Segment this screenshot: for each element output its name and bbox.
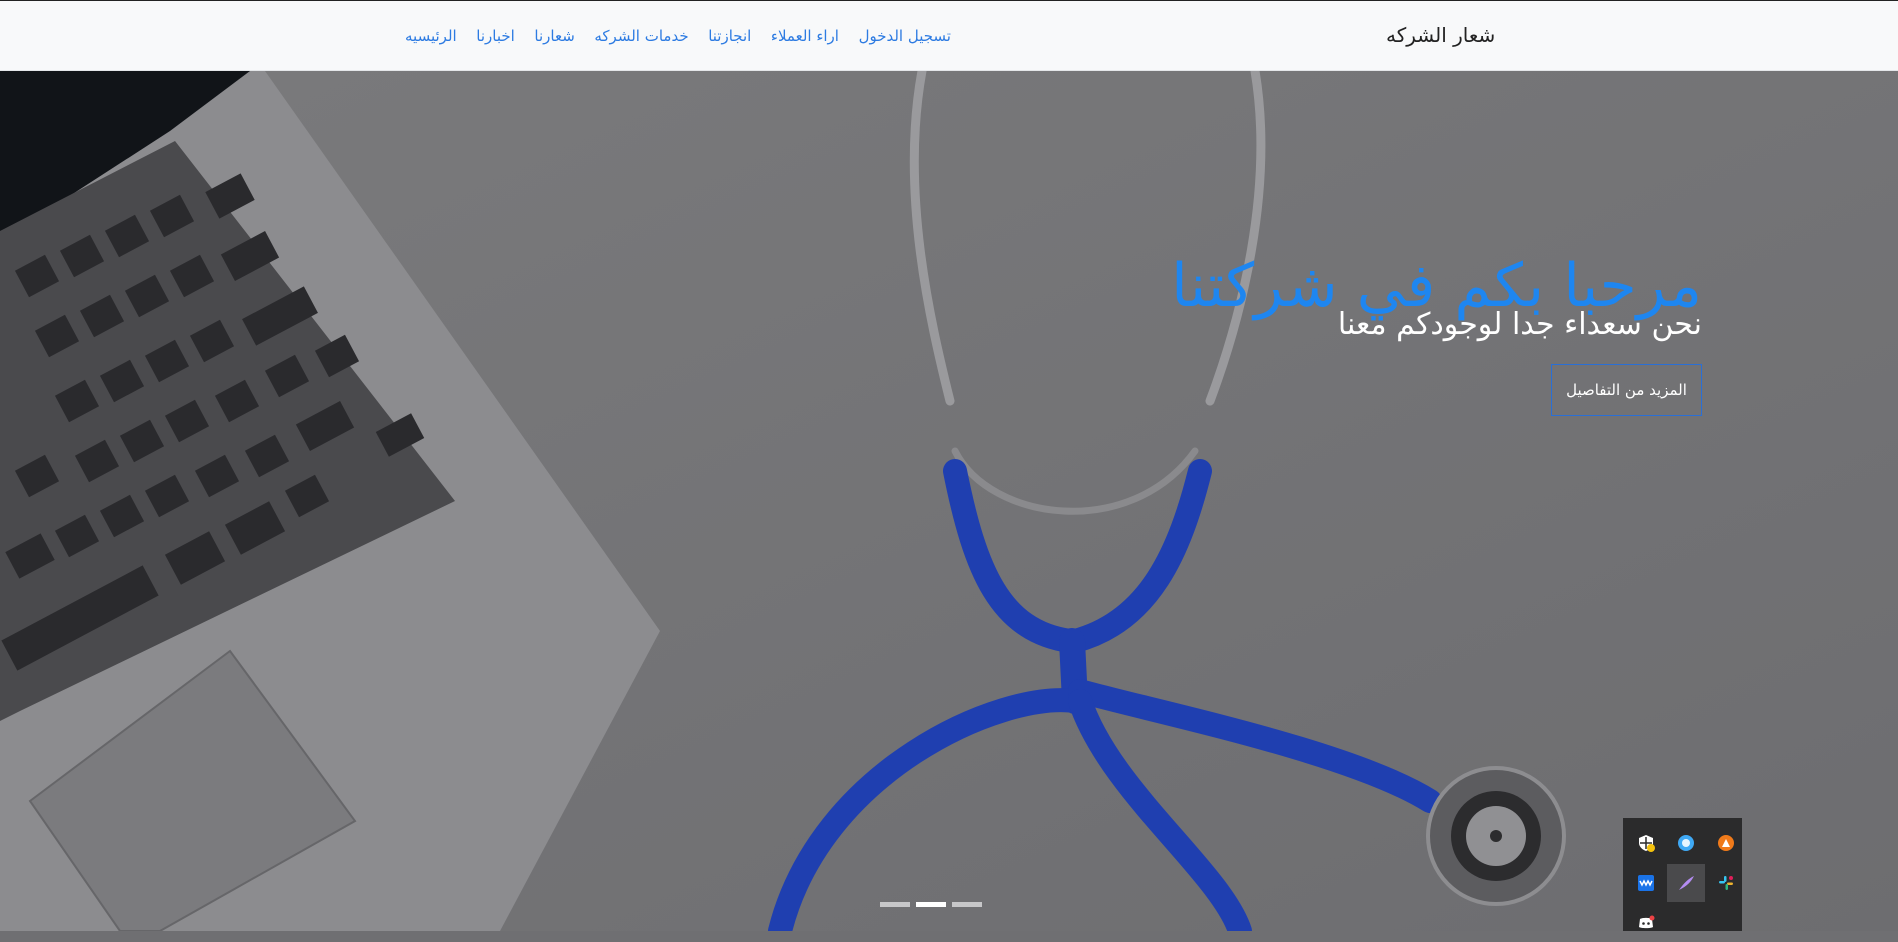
carousel-indicator-3[interactable]: [952, 902, 982, 907]
browser-globe-icon[interactable]: [1667, 824, 1705, 862]
brand-logo-text[interactable]: شعار الشركه: [1386, 23, 1495, 47]
shield-warning-icon[interactable]: [1627, 824, 1665, 862]
hero-subtitle: نحن سعداء جدا لوجودكم معنا: [1337, 307, 1702, 342]
discord-icon[interactable]: [1627, 904, 1665, 942]
nav-link-achievements[interactable]: انجازتنا: [708, 27, 751, 49]
hero-background-image: [0, 71, 1898, 931]
navbar: شعار الشركه الرئيسيه اخبارنا شعارنا خدما…: [0, 0, 1898, 71]
nav-link-services[interactable]: خدمات الشركه: [594, 27, 688, 49]
nav-link-home[interactable]: الرئيسيه: [405, 27, 457, 49]
orange-app-icon[interactable]: [1707, 824, 1745, 862]
carousel-indicator-2[interactable]: [916, 902, 946, 907]
nav-link-logo[interactable]: شعارنا: [534, 27, 574, 49]
feather-pen-icon[interactable]: [1667, 864, 1705, 902]
slack-app-icon[interactable]: [1707, 864, 1745, 902]
nav-link-news[interactable]: اخبارنا: [476, 27, 515, 49]
nav-link-login[interactable]: تسجيل الدخول: [859, 27, 951, 49]
hero-carousel: مرحبا بكم في شركتنا نحن سعداء جدا لوجودك…: [0, 71, 1898, 931]
wave-app-icon[interactable]: [1627, 864, 1665, 902]
system-tray-overflow: [1623, 818, 1742, 931]
carousel-indicators: [880, 902, 982, 907]
carousel-indicator-1[interactable]: [880, 902, 910, 907]
stethoscope-chestpiece: [1426, 766, 1566, 906]
more-details-button[interactable]: المزيد من التفاصيل: [1551, 364, 1702, 416]
nav-link-testimonials[interactable]: اراء العملاء: [771, 27, 839, 49]
nav-links: الرئيسيه اخبارنا شعارنا خدمات الشركه انج…: [405, 27, 951, 49]
